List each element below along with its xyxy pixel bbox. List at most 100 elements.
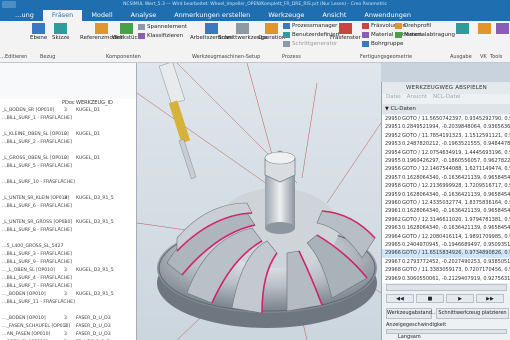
menu-ansicht[interactable]: Ansicht bbox=[407, 94, 427, 104]
tree-row-pdoc: 3 bbox=[64, 132, 67, 137]
cl-data-line[interactable]: 29951 0.2849521994, -0.2039848064, 0.9365… bbox=[382, 123, 510, 132]
cl-data-line[interactable]: 29950 GOTO / 11.5650742397, 0.9345292790,… bbox=[382, 115, 510, 124]
cl-data-line[interactable]: 29966 GOTO / 11.6515834926, 0.9734890826,… bbox=[382, 249, 510, 258]
tab-anwendungen[interactable]: Anwendungen bbox=[355, 10, 420, 21]
spannelement-button[interactable]: Spannelement bbox=[138, 24, 187, 30]
tree-row[interactable]: _L_UNTEN_SR_GROSS [OP010] 3 KUGEL_D3_R1_5 bbox=[0, 220, 136, 228]
tree-row[interactable] bbox=[0, 236, 136, 244]
tree-row[interactable]: …AN_FASEN [OP010] 3 FASER_D_U_D3 bbox=[0, 332, 136, 340]
ausgabe-button[interactable] bbox=[456, 23, 469, 34]
playback-controls: ◀◀ ■ ▶ ▶▶ bbox=[386, 294, 507, 304]
tree-row[interactable] bbox=[0, 188, 136, 196]
cl-data-line[interactable]: 29955 0.1960426297, -0.1860556057, 0.9627… bbox=[382, 157, 510, 166]
cl-data-line[interactable]: 29959 0.1628064340, -0.1636421139, 0.9658… bbox=[382, 190, 510, 199]
graphics-viewport[interactable] bbox=[137, 63, 381, 340]
quick-access-toolbar[interactable] bbox=[2, 1, 16, 8]
classify-icon bbox=[138, 33, 145, 39]
tab-werkzeuge[interactable]: Werkzeuge bbox=[259, 10, 313, 21]
cl-data-section-header[interactable]: ▼ CL-Daten bbox=[382, 104, 510, 114]
ebene-button[interactable]: Ebene bbox=[30, 23, 47, 41]
menu-ncl-datei[interactable]: NCL-Datei bbox=[433, 94, 461, 104]
tree-row[interactable]: …BILL_SURF_10 - FRÄSFLÄCHE] bbox=[0, 180, 136, 188]
werkzeugabstand-button[interactable]: Werkzeugabstand… bbox=[386, 308, 437, 319]
tree-row-pdoc: 3 bbox=[64, 156, 67, 161]
line-number: 29950 bbox=[385, 116, 401, 122]
anzeigegeschwindigkeit-label: Anzeigegeschwindigkeit bbox=[386, 322, 447, 328]
column-pdoc[interactable]: PDoc bbox=[62, 100, 75, 106]
tab-anwendung[interactable]: …ung bbox=[6, 10, 43, 21]
cl-data-line[interactable]: 29952 GOTO / 11.7854191323, 1.1512591121,… bbox=[382, 131, 510, 141]
tree-row[interactable]: …5_L400_GROSS_SL_5427 bbox=[0, 244, 136, 252]
cl-data-line[interactable]: 29953 0.2487820212, -0.1963521555, 0.9484… bbox=[382, 140, 510, 149]
tree-row[interactable]: …BILL_SURF_8 - FRÄSFLÄCHE] bbox=[0, 228, 136, 236]
cl-data-line[interactable]: 29967 0.2793772452, -0.2027490253, 0.9385… bbox=[382, 257, 510, 267]
tree-row[interactable]: _L_BODEN_SR [OP010] 3 KUGEL_D1 bbox=[0, 108, 136, 116]
skizze-button[interactable]: Skizze bbox=[52, 23, 69, 41]
tree-row[interactable] bbox=[0, 212, 136, 220]
vk-button[interactable] bbox=[478, 23, 491, 34]
tree-row[interactable]: _L_UNTEN_SR_KLEIN [OP010] 3 KUGEL_D3_R1_5 bbox=[0, 196, 136, 204]
tree-row[interactable]: …BILL_SURF_1 - FRÄSFLÄCHE] bbox=[0, 116, 136, 124]
cl-data-line[interactable]: 29956 GOTO / 12.1467544088, 1.6271149474,… bbox=[382, 165, 510, 174]
line-number: 29958 bbox=[385, 183, 401, 190]
tree-row[interactable]: …BILL_SURF_11 - FRÄSFLÄCHE] bbox=[0, 300, 136, 308]
cl-data-line[interactable]: 29969 0.3060550061, -0.2129407919, 0.9275… bbox=[382, 274, 510, 283]
playback-slider[interactable] bbox=[386, 284, 507, 291]
tab-fraesen[interactable]: Fräsen bbox=[42, 10, 83, 21]
tree-row[interactable]: …_BODEN [OP010] 3 KUGEL_D3_R1_5 bbox=[0, 292, 136, 300]
cl-data-line[interactable]: 29954 GOTO / 12.0754634919, 1.4445693196,… bbox=[382, 148, 510, 157]
skip-forward-button[interactable]: ▶▶ bbox=[476, 294, 504, 303]
tree-row[interactable]: …_FASEN_SCHAUFEL [OP010] 3 FASER_D_U_D3 bbox=[0, 324, 136, 332]
bohrgruppe-button[interactable]: Bohrgruppe bbox=[362, 41, 403, 47]
schnittwerkzeug-platzieren-button[interactable]: Schnittwerkzeug platzieren bbox=[436, 308, 509, 319]
cl-data-line[interactable]: 29964 GOTO / 12.2080416114, 1.9891709985,… bbox=[382, 232, 510, 241]
line-text: GOTO / 12.3146611020, 1.9794781381, 0.90… bbox=[402, 216, 510, 223]
materialabtragung-button[interactable]: Materialabtragung bbox=[395, 32, 455, 38]
tree-row[interactable]: …_BODEN [OP010] 3 FASER_D_U_D3 bbox=[0, 316, 136, 324]
tree-row[interactable]: …BILL_SURF_3 - FRÄSFLÄCHE] bbox=[0, 252, 136, 260]
cl-data-line[interactable]: 29961 0.1628064340, -0.1636421139, 0.9658… bbox=[382, 207, 510, 216]
operation-button[interactable]: Operation bbox=[258, 23, 285, 41]
play-button[interactable]: ▶ bbox=[446, 294, 474, 303]
werkstueck-button[interactable]: Werkstück bbox=[112, 23, 141, 41]
tree-row-name: …BILL_SURF_9 - FRÄSFLÄCHE] bbox=[2, 260, 72, 265]
tree-row[interactable] bbox=[0, 124, 136, 132]
skip-back-button[interactable]: ◀◀ bbox=[386, 294, 414, 303]
tab-ansicht[interactable]: Ansicht bbox=[313, 10, 355, 21]
line-number: 29956 bbox=[385, 166, 401, 173]
cl-data-line[interactable]: 29958 GOTO / 12.2136999928, 1.7209516717,… bbox=[382, 182, 510, 191]
stop-button[interactable]: ■ bbox=[416, 294, 444, 303]
tree-row-tool: FASER_D_U_D3 bbox=[76, 324, 111, 329]
tree-row[interactable] bbox=[0, 308, 136, 316]
cl-data-line[interactable]: 29960 GOTO / 12.4335032774, 1.8375836164,… bbox=[382, 199, 510, 208]
tree-row[interactable]: …BILL_SURF_9 - FRÄSFLÄCHE] bbox=[0, 260, 136, 268]
column-werkzeug-id[interactable]: WERKZEUG_ID bbox=[76, 100, 113, 106]
fraesfenster-button[interactable]: Fräsfenster bbox=[330, 23, 361, 41]
tree-row[interactable]: _L_KLEINE_OBEN_SL [OP010] 3 KUGEL_D1 bbox=[0, 132, 136, 140]
schrittgenerator-button[interactable]: Schrittgenerator bbox=[283, 41, 337, 47]
klassifizieren-button[interactable]: Klassifizieren bbox=[138, 33, 183, 39]
tab-analyse[interactable]: Analyse bbox=[122, 10, 166, 21]
tree-row[interactable]: …BILL_SURF_7 - FRÄSFLÄCHE] bbox=[0, 284, 136, 292]
tree-row-pdoc: 3 bbox=[64, 332, 67, 337]
menu-datei[interactable]: Datei bbox=[386, 94, 401, 104]
tab-modell[interactable]: Modell bbox=[82, 10, 121, 21]
tree-row[interactable] bbox=[0, 148, 136, 156]
tree-row[interactable]: _L_GROSS_OBEN_SL [OP010] 3 KUGEL_D1 bbox=[0, 156, 136, 164]
tab-anmerkungen[interactable]: Anmerkungen erstellen bbox=[165, 10, 259, 21]
tools-button[interactable] bbox=[496, 23, 509, 34]
plane-icon bbox=[32, 23, 46, 34]
drehprofil-button[interactable]: Drehprofil bbox=[395, 23, 431, 29]
cl-data-line[interactable]: 29963 0.1628064340, -0.1636421139, 0.9658… bbox=[382, 224, 510, 233]
tree-row[interactable]: …BILL_SURF_5 - FRÄSFLÄCHE] bbox=[0, 164, 136, 172]
cl-data-label: CL-Daten bbox=[390, 106, 416, 112]
cl-data-line[interactable]: 29968 GOTO / 11.3383059173, 0.7207170456,… bbox=[382, 266, 510, 275]
tree-row[interactable]: …BILL_SURF_6 - FRÄSFLÄCHE] bbox=[0, 204, 136, 212]
tree-row[interactable]: …BILL_SURF_4 - FRÄSFLÄCHE] bbox=[0, 276, 136, 284]
cl-data-line[interactable]: 29965 0.2404970945, -0.1946689497, 0.9509… bbox=[382, 241, 510, 250]
cl-data-line[interactable]: 29957 0.1628064340, -0.1636421139, 0.9658… bbox=[382, 173, 510, 183]
cl-data-line[interactable]: 29962 GOTO / 12.3146611020, 1.9794781381,… bbox=[382, 215, 510, 225]
tree-row[interactable] bbox=[0, 172, 136, 180]
tree-row[interactable]: …BILL_SURF_2 - FRÄSFLÄCHE] bbox=[0, 140, 136, 148]
tree-row[interactable]: …_L_OBEN_SL [OP010] 3 KUGEL_D3_R1_5 bbox=[0, 268, 136, 276]
